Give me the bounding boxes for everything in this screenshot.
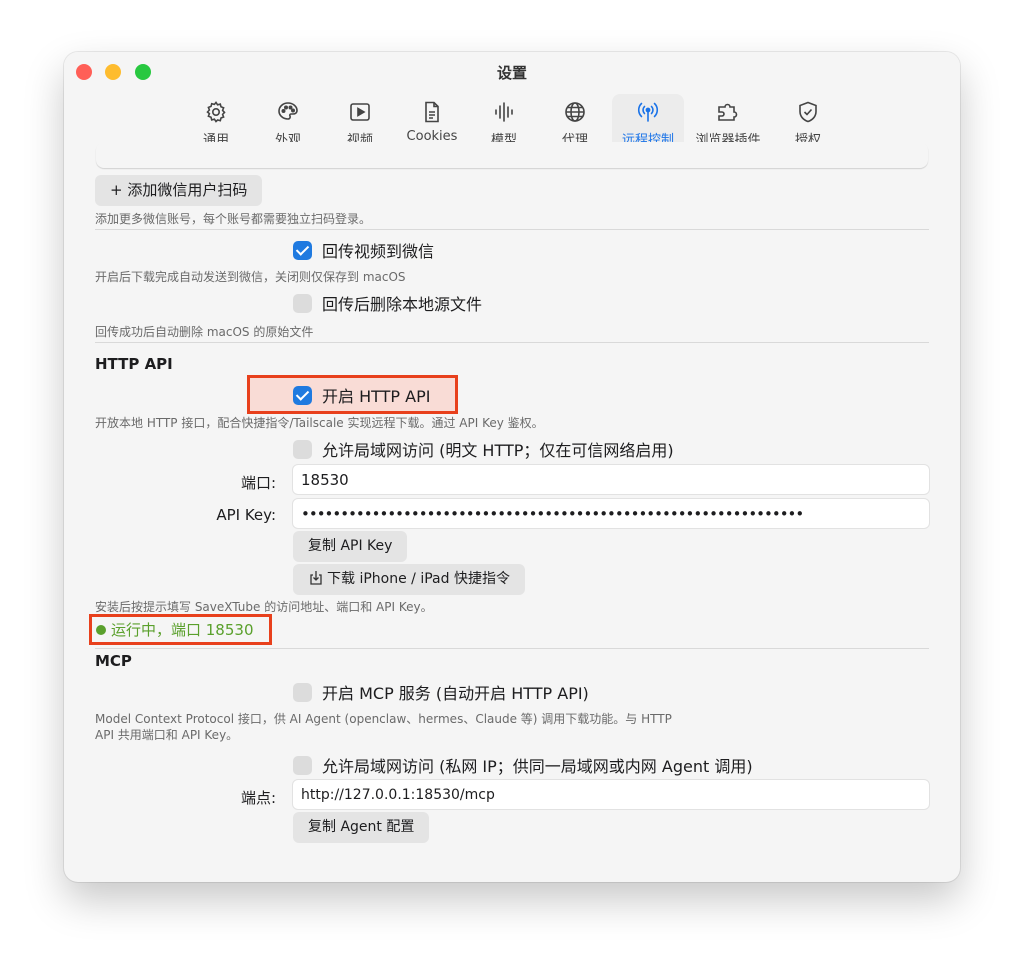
checkbox-checked-icon — [293, 240, 312, 260]
globe-icon — [563, 100, 587, 124]
settings-window: 设置 通用 外观 视频 Cookies 模型 代理 远程控制 浏览器插件 授权 … — [64, 52, 960, 882]
checkbox-unchecked-icon — [293, 293, 312, 313]
download-shortcut-label: 下载 iPhone / iPad 快捷指令 — [327, 571, 510, 587]
enable-mcp-checkbox[interactable]: 开启 MCP 服务 (自动开启 HTTP API) — [293, 681, 589, 703]
status-dot-icon — [96, 624, 106, 635]
add-wechat-user-button[interactable]: + 添加微信用户扫码 — [95, 175, 263, 206]
divider — [95, 648, 929, 649]
http-api-status: 运行中，端口 18530 — [96, 619, 254, 640]
http-api-status-text: 运行中，端口 18530 — [111, 621, 254, 639]
divider — [95, 342, 929, 343]
copy-agent-config-button[interactable]: 复制 Agent 配置 — [293, 812, 430, 843]
port-label: 端口: — [240, 474, 276, 492]
add-wechat-user-hint: 添加更多微信账号，每个账号都需要独立扫码登录。 — [95, 212, 372, 226]
enable-http-api-checkbox[interactable]: 开启 HTTP API — [293, 384, 430, 406]
mcp-hint-line-2: API 共用端口和 API Key。 — [95, 728, 239, 742]
delete-after-send-checkbox[interactable]: 回传后删除本地源文件 — [293, 292, 482, 314]
enable-http-api-label: 开启 HTTP API — [322, 387, 431, 406]
port-input[interactable]: 18530 — [292, 464, 930, 495]
delete-after-send-label: 回传后删除本地源文件 — [322, 295, 483, 314]
http-lan-access-label: 允许局域网访问 (明文 HTTP；仅在可信网络启用) — [322, 441, 674, 460]
checkbox-checked-icon — [293, 385, 312, 405]
gear-icon — [204, 100, 228, 124]
previous-card-edge — [96, 142, 928, 168]
divider — [95, 229, 929, 230]
play-icon — [348, 100, 372, 124]
shield-check-icon — [796, 100, 820, 124]
download-icon — [309, 567, 323, 598]
palette-icon — [276, 100, 300, 124]
http-api-heading: HTTP API — [95, 355, 173, 373]
api-key-label: API Key: — [216, 506, 276, 524]
mcp-hint-line-1: Model Context Protocol 接口，供 AI Agent (op… — [95, 712, 672, 726]
send-back-to-wechat-label: 回传视频到微信 — [322, 242, 435, 261]
window-title: 设置 — [496, 64, 527, 82]
mcp-lan-access-checkbox[interactable]: 允许局域网访问 (私网 IP；供同一局域网或内网 Agent 调用) — [293, 754, 753, 776]
copy-api-key-button[interactable]: 复制 API Key — [293, 531, 408, 562]
endpoint-label: 端点: — [240, 789, 276, 807]
send-back-to-wechat-checkbox[interactable]: 回传视频到微信 — [293, 239, 434, 261]
mcp-heading: MCP — [95, 652, 132, 670]
http-lan-access-checkbox[interactable]: 允许局域网访问 (明文 HTTP；仅在可信网络启用) — [293, 438, 674, 460]
checkbox-unchecked-icon — [293, 755, 312, 775]
mcp-hint: Model Context Protocol 接口，供 AI Agent (op… — [95, 711, 672, 743]
install-hint: 安装后按提示填写 SaveXTube 的访问地址、端口和 API Key。 — [95, 600, 433, 614]
waveform-icon — [492, 100, 516, 124]
checkbox-unchecked-icon — [293, 439, 312, 459]
mcp-lan-access-label: 允许局域网访问 (私网 IP；供同一局域网或内网 Agent 调用) — [322, 757, 753, 776]
puzzle-icon — [716, 100, 740, 124]
api-key-input[interactable]: ••••••••••••••••••••••••••••••••••••••••… — [292, 498, 930, 529]
enable-mcp-label: 开启 MCP 服务 (自动开启 HTTP API) — [322, 684, 589, 703]
delete-after-send-hint: 回传成功后自动删除 macOS 的原始文件 — [95, 325, 314, 339]
download-shortcut-button[interactable]: 下载 iPhone / iPad 快捷指令 — [293, 564, 525, 595]
send-back-hint: 开启后下载完成自动发送到微信，关闭则仅保存到 macOS — [95, 270, 406, 284]
antenna-icon — [636, 100, 660, 124]
remote-control-pane: + 添加微信用户扫码 添加更多微信账号，每个账号都需要独立扫码登录。 回传视频到… — [64, 142, 960, 882]
enable-http-api-hint: 开放本地 HTTP 接口，配合快捷指令/Tailscale 实现远程下载。通过 … — [95, 416, 544, 430]
checkbox-unchecked-icon — [293, 682, 312, 702]
document-icon — [420, 100, 444, 124]
mcp-endpoint-input[interactable]: http://127.0.0.1:18530/mcp — [292, 779, 930, 810]
